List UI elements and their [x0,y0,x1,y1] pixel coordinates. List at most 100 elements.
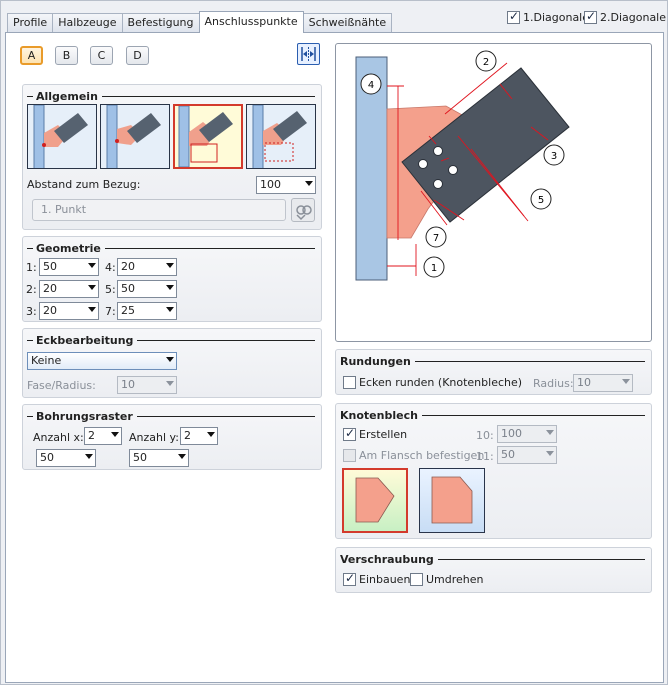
ecken-runden-label: Ecken runden (Knotenbleche) [359,376,523,389]
erstellen-option[interactable]: Erstellen [343,426,407,441]
diagonal-2-checkbox[interactable] [584,9,597,24]
geom-4-select[interactable]: 20 [117,258,177,276]
fase-radius-select[interactable]: 10 [117,376,177,394]
field-10-label: 10: [476,429,494,442]
chevron-down-icon [178,454,186,459]
tab-befestigung[interactable]: Befestigung [121,13,200,33]
geom-2-select[interactable]: 20 [39,280,99,298]
diagonal-1-label: 1.Diagonale [523,11,590,24]
connection-type-1-thumb[interactable] [27,104,97,169]
anzahl-y-select[interactable]: 2 [180,427,218,445]
chevron-down-icon [166,381,174,386]
anzahl-x-select[interactable]: 2 [84,427,122,445]
geom-3-label: 3: [26,305,37,318]
geometrie-title: Geometrie [36,241,101,255]
spacing-x-select[interactable]: 50 [36,449,96,467]
anzahl-y-label: Anzahl y: [129,431,179,444]
mirror-button[interactable] [297,43,320,65]
field-10-select[interactable]: 100 [497,425,557,443]
geom-5-select[interactable]: 50 [117,280,177,298]
chevron-down-icon [88,285,96,290]
connection-type-3-icon [178,106,233,167]
connection-type-2-icon [101,105,169,168]
variant-b-button[interactable]: B [55,46,78,65]
radius-select[interactable]: 10 [573,374,633,392]
geom-2-label: 2: [26,283,37,296]
diagonal-2-option[interactable]: 2.Diagonale [584,9,667,24]
pick-point-button[interactable] [291,198,315,222]
ecken-runden-checkbox[interactable] [343,376,356,389]
verschraubung-title: Verschraubung [340,552,434,566]
field-11-label: 11: [476,450,494,463]
geom-4-label: 4: [105,261,116,274]
flansch-option[interactable]: Am Flansch befestigen [343,449,484,462]
tab-halbzeuge[interactable]: Halbzeuge [52,13,123,33]
pick-point-icon [296,205,312,221]
einbauen-label: Einbauen [359,573,411,586]
chevron-down-icon [166,285,174,290]
allgemein-title: Allgemein [36,89,98,103]
connection-type-1-icon [28,105,96,168]
chevron-down-icon [546,430,554,435]
geom-7-select[interactable]: 25 [117,302,177,320]
anzahl-y-value: 2 [184,429,191,442]
abstand-select[interactable]: 100 [256,176,316,194]
eckbearbeitung-title: Eckbearbeitung [36,333,134,347]
field-10-value: 100 [501,427,522,440]
geom-1-label: 1: [26,261,37,274]
preview-label-5: 5 [538,195,544,206]
geom-5-value: 50 [121,282,135,295]
geom-7-label: 7: [105,305,116,318]
geom-3-value: 20 [43,304,57,317]
chevron-down-icon [166,357,174,362]
tab-schweissnaehte[interactable]: Schweißnähte [302,13,393,33]
spacing-y-select[interactable]: 50 [129,449,189,467]
anzahl-x-label: Anzahl x: [33,431,84,444]
rundungen-title: Rundungen [340,354,411,368]
group-verschraubung: Verschraubung [335,547,652,593]
einbauen-option[interactable]: Einbauen [343,571,411,586]
tab-profile[interactable]: Profile [7,13,54,33]
gusset-shape-2-icon [431,476,473,524]
tab-anschlusspunkte[interactable]: Anschlusspunkte [198,11,304,33]
geom-3-select[interactable]: 20 [39,302,99,320]
abstand-value: 100 [260,178,281,191]
connection-preview: 1 2 3 4 5 7 [335,43,652,342]
geom-1-select[interactable]: 50 [39,258,99,276]
geom-2-value: 20 [43,282,57,295]
preview-label-3: 3 [551,151,557,162]
connection-type-4-thumb[interactable] [246,104,316,169]
diagonal-1-checkbox[interactable] [507,9,520,24]
geom-4-value: 20 [121,260,135,273]
chevron-down-icon [85,454,93,459]
geom-5-label: 5: [105,283,116,296]
chevron-down-icon [207,432,215,437]
eck-mode-select[interactable]: Keine [27,352,177,370]
umdrehen-option[interactable]: Umdrehen [410,573,484,586]
variant-d-button[interactable]: D [126,46,149,65]
mirror-icon [301,47,316,61]
connection-type-2-thumb[interactable] [100,104,170,169]
radius-value: 10 [577,376,591,389]
gusset-shape-1-thumb[interactable] [342,468,408,533]
preview-label-1: 1 [431,263,437,274]
erstellen-checkbox[interactable] [343,426,356,441]
diagonal-2-label: 2.Diagonale [600,11,667,24]
point-field[interactable]: 1. Punkt [32,199,286,221]
connection-type-3-thumb[interactable] [173,104,243,169]
field-11-select[interactable]: 50 [497,446,557,464]
radius-label: Radius: [533,377,574,390]
variant-a-button[interactable]: A [20,46,43,65]
umdrehen-checkbox[interactable] [410,573,423,586]
chevron-down-icon [166,263,174,268]
einbauen-checkbox[interactable] [343,571,356,586]
bohrungsraster-title: Bohrungsraster [36,409,133,423]
flansch-label: Am Flansch befestigen [359,449,485,462]
gusset-shape-2-thumb[interactable] [419,468,485,533]
ecken-runden-option[interactable]: Ecken runden (Knotenbleche) [343,376,522,389]
variant-c-button[interactable]: C [90,46,113,65]
geom-7-value: 25 [121,304,135,317]
flansch-checkbox[interactable] [343,449,356,462]
diagonal-1-option[interactable]: 1.Diagonale [507,9,590,24]
preview-label-7: 7 [433,233,439,244]
